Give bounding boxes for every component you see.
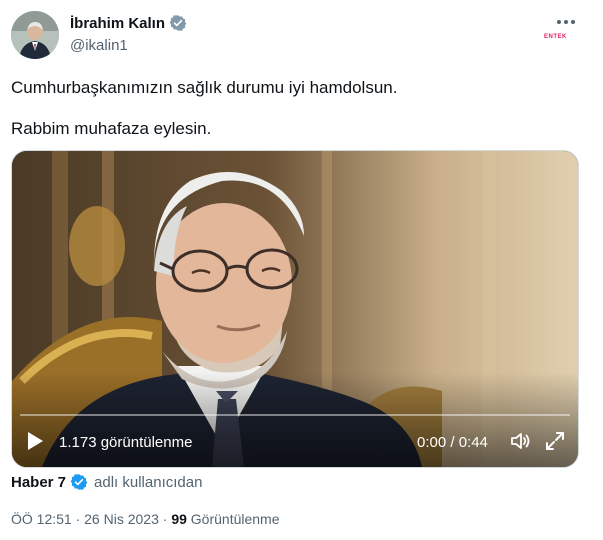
source-account-name[interactable]: Haber 7: [11, 474, 66, 491]
volume-icon[interactable]: [509, 430, 531, 452]
views-count: 99: [171, 511, 187, 527]
video-views-overlay: 1.173 görüntülenme: [59, 434, 193, 451]
video-player[interactable]: 1.173 görüntülenme 0:00 / 0:44: [11, 150, 579, 468]
author-row: İbrahim Kalın: [70, 14, 187, 32]
avatar[interactable]: [11, 11, 59, 59]
verified-blue-icon: [70, 473, 88, 491]
tweet-meta: ÖÖ 12:51 · 26 Nis 2023 · 99 Görüntülenme: [11, 511, 280, 527]
tweet-timestamp[interactable]: ÖÖ 12:51 · 26 Nis 2023 ·: [11, 511, 171, 527]
verified-gray-icon: [169, 14, 187, 32]
video-source-attribution: Haber 7 adlı kullanıcıdan: [11, 473, 202, 491]
author-name[interactable]: İbrahim Kalın: [70, 15, 165, 32]
more-horizontal-icon[interactable]: [551, 12, 581, 32]
views-label: Görüntülenme: [186, 511, 280, 527]
fullscreen-icon[interactable]: [544, 430, 566, 452]
tweet-text-line1: Cumhurbaşkanımızın sağlık durumu iyi ham…: [11, 78, 398, 97]
play-icon[interactable]: [24, 429, 46, 453]
watermark: ENTEK: [544, 34, 567, 40]
tweet: İbrahim Kalın @ikalin1 ENTEK Cumhurbaşka…: [0, 0, 603, 540]
video-controls: 1.173 görüntülenme 0:00 / 0:44: [12, 419, 578, 467]
video-time: 0:00 / 0:44: [417, 434, 488, 451]
tweet-text-line2: Rabbim muhafaza eylesin.: [11, 119, 212, 138]
author-handle[interactable]: @ikalin1: [70, 37, 128, 54]
source-from-text: adlı kullanıcıdan: [94, 473, 203, 491]
video-progress-bar[interactable]: [20, 414, 570, 416]
